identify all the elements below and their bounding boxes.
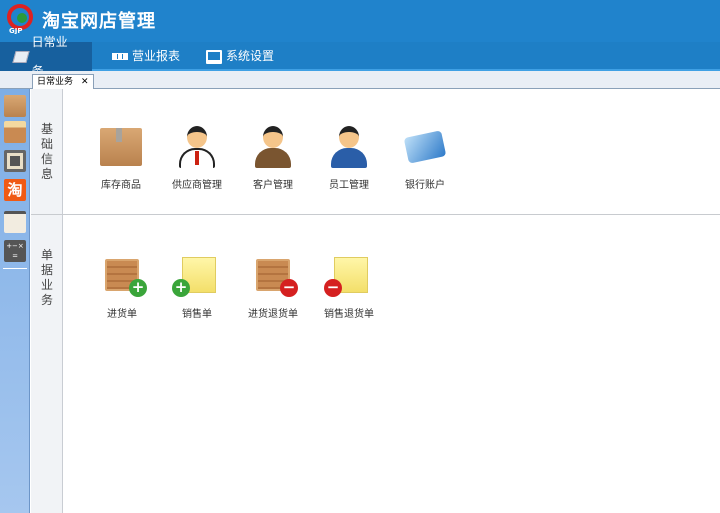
nav-tab-label: 营业报表	[132, 49, 181, 63]
svg-text:GJP: GJP	[9, 27, 22, 34]
item-label: 进货退货单	[248, 309, 298, 320]
table-icon	[112, 53, 128, 60]
nav-tab-reports[interactable]: 营业报表	[98, 42, 194, 71]
bank-card-icon	[402, 124, 448, 170]
notebook-icon[interactable]	[4, 150, 26, 172]
item-inventory[interactable]: 库存商品	[83, 124, 159, 191]
item-sales-order[interactable]: + 销售单	[159, 253, 235, 320]
doc-tab-daily-business[interactable]: 日常业务 ✕	[32, 74, 94, 89]
item-purchase-order[interactable]: + 进货单	[84, 253, 160, 320]
nav-tab-label: 系统设置	[226, 49, 275, 63]
main-nav: 日常业务 营业报表 系统设置	[0, 35, 720, 78]
documents-icon	[12, 50, 30, 63]
note-remove-icon: −	[324, 253, 372, 299]
item-label: 银行账户	[405, 180, 445, 191]
item-label: 员工管理	[329, 180, 369, 191]
item-purchase-return[interactable]: − 进货退货单	[235, 253, 311, 320]
nav-tab-settings[interactable]: 系统设置	[192, 42, 288, 71]
taobao-icon[interactable]: 淘	[4, 179, 26, 201]
app-header: GJP 淘宝网店管理	[0, 0, 720, 42]
item-label: 供应商管理	[172, 180, 222, 191]
doc-tab-label: 日常业务	[37, 77, 74, 87]
section-label-basic-info: 基础信息	[40, 122, 53, 181]
item-label: 进货单	[107, 309, 137, 320]
nav-tab-daily-business[interactable]: 日常业务	[0, 35, 92, 78]
close-icon[interactable]: ✕	[81, 75, 89, 89]
item-bank-accounts[interactable]: 银行账户	[387, 124, 463, 191]
item-employees[interactable]: 员工管理	[311, 124, 387, 191]
document-tab-strip: 日常业务 ✕	[0, 71, 720, 89]
item-customers[interactable]: 客户管理	[235, 124, 311, 191]
note-icon[interactable]	[4, 211, 26, 233]
crate-remove-icon: −	[250, 253, 298, 299]
item-label: 库存商品	[101, 180, 141, 191]
item-sales-return[interactable]: − 销售退货单	[311, 253, 387, 320]
sidebar-divider	[3, 268, 27, 269]
section-label-documents: 单据业务	[40, 248, 53, 307]
item-label: 销售单	[182, 309, 212, 320]
item-suppliers[interactable]: 供应商管理	[159, 124, 235, 191]
item-label: 销售退货单	[324, 309, 374, 320]
box-icon[interactable]	[4, 95, 26, 117]
open-box-icon[interactable]	[4, 121, 26, 143]
crate-add-icon: +	[99, 253, 147, 299]
person-icon	[250, 124, 296, 170]
person-icon	[174, 124, 220, 170]
gjp-logo: GJP	[7, 4, 33, 34]
monitor-icon	[206, 49, 222, 64]
section-divider	[31, 214, 720, 215]
calculator-icon[interactable]: +−×=	[4, 240, 26, 262]
section-label-column: 基础信息 单据业务	[31, 89, 63, 513]
quick-sidebar: 淘 +−×=	[0, 89, 30, 513]
person-icon	[326, 124, 372, 170]
box-icon	[98, 124, 144, 170]
note-add-icon: +	[172, 253, 220, 299]
item-label: 客户管理	[253, 180, 293, 191]
